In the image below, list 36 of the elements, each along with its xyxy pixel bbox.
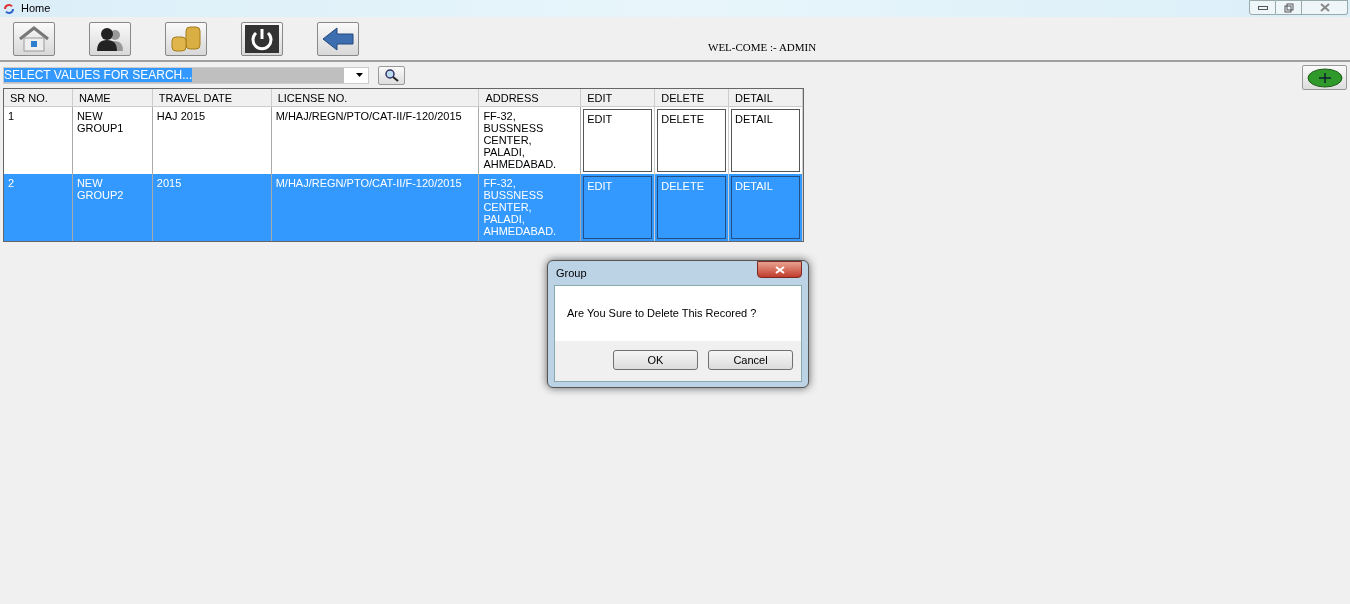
house-icon bbox=[18, 25, 50, 52]
restore-button[interactable] bbox=[1276, 0, 1302, 15]
dialog-title: Group bbox=[556, 265, 587, 281]
power-icon bbox=[245, 24, 279, 53]
welcome-text: WEL-COME :- ADMIN bbox=[708, 40, 817, 55]
back-button[interactable] bbox=[317, 21, 359, 56]
home-button[interactable] bbox=[13, 21, 55, 56]
coins-icon bbox=[169, 24, 203, 53]
users-button[interactable] bbox=[89, 21, 131, 56]
arrow-left-icon bbox=[321, 25, 355, 52]
table-cell: NEW GROUP2 bbox=[72, 174, 153, 241]
search-icon bbox=[383, 68, 400, 82]
app-icon bbox=[3, 2, 15, 15]
table-cell: 2015 bbox=[152, 174, 272, 241]
search-button[interactable] bbox=[378, 65, 405, 85]
dialog-button[interactable]: Cancel bbox=[708, 350, 793, 370]
dialog-button[interactable]: OK bbox=[613, 350, 698, 370]
minimize-button[interactable] bbox=[1249, 0, 1276, 15]
table-cell: FF-32, BUSSNESS CENTER, PALADI, AHMEDABAD. bbox=[479, 174, 582, 241]
action-cell[interactable]: DETAIL bbox=[731, 109, 800, 172]
dialog-message: Are You Sure to Delete This Recored ? bbox=[567, 306, 757, 322]
action-cell[interactable]: DELETE bbox=[657, 109, 727, 172]
restore-icon bbox=[1283, 2, 1294, 13]
close-button[interactable] bbox=[757, 261, 802, 278]
table-cell: 2 bbox=[4, 174, 73, 241]
close-icon bbox=[774, 265, 785, 274]
plus-icon bbox=[1306, 67, 1343, 88]
power-button[interactable] bbox=[241, 21, 283, 56]
table-cell: M/HAJ/REGN/PTO/CAT-II/F-120/2015 bbox=[271, 174, 480, 241]
dropdown-arrow-icon bbox=[356, 73, 363, 77]
add-button[interactable] bbox=[1302, 65, 1347, 90]
action-cell[interactable]: EDIT bbox=[583, 109, 653, 172]
window-title: Home bbox=[21, 1, 51, 17]
coins-button[interactable] bbox=[165, 21, 207, 56]
close-icon bbox=[1319, 3, 1330, 12]
people-icon bbox=[95, 25, 125, 52]
